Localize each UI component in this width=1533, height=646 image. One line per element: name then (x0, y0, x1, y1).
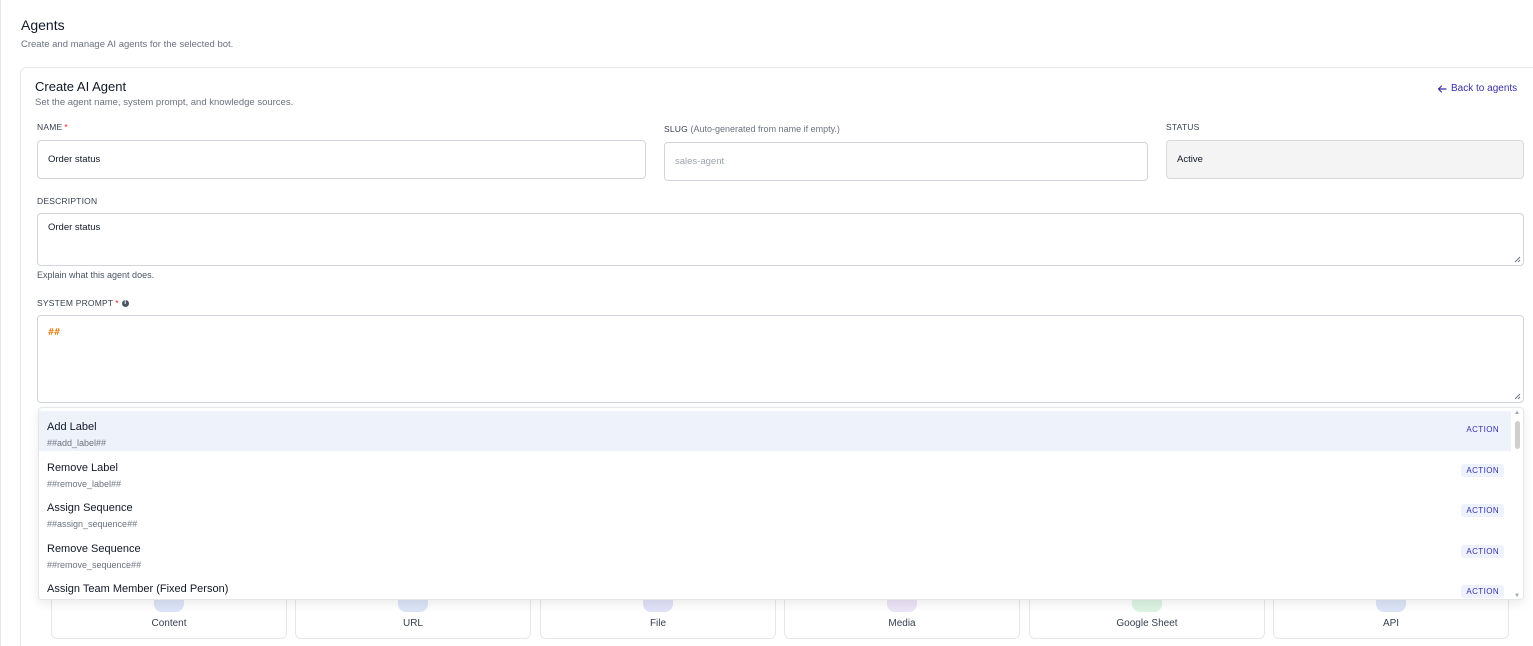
status-value: Active (1177, 154, 1203, 165)
dropdown-item-code: ##add_label## (47, 438, 107, 448)
card-title: Create AI Agent (35, 79, 127, 94)
info-icon[interactable]: i (121, 300, 129, 308)
dropdown-item-remove-sequence[interactable]: Remove Sequence ##remove_sequence## ACTI… (39, 533, 1513, 573)
dropdown-item-add-label[interactable]: Add Label ##add_label## ACTION (39, 411, 1513, 451)
tile-label: Google Sheet (1116, 618, 1178, 629)
system-prompt-textarea[interactable]: ## (37, 315, 1524, 403)
resize-grip-icon[interactable] (1513, 255, 1521, 263)
arrow-left-icon (1437, 84, 1447, 93)
tile-label: URL (402, 618, 423, 629)
dropdown-item-assign-team-member[interactable]: Assign Team Member (Fixed Person) ACTION (39, 573, 1513, 599)
dropdown-item-title: Remove Sequence (47, 543, 141, 555)
description-textarea[interactable]: Order status (37, 213, 1524, 266)
dropdown-item-assign-sequence[interactable]: Assign Sequence ##assign_sequence## ACTI… (39, 492, 1513, 532)
page-title: Agents (21, 17, 65, 33)
scroll-thumb[interactable] (1515, 421, 1520, 449)
tile-label: API (1382, 618, 1400, 629)
back-link-label: Back to agents (1451, 83, 1518, 94)
action-badge: ACTION (1461, 504, 1504, 517)
slug-label-text: SLUG (664, 124, 688, 134)
dropdown-scrollbar[interactable]: ▲ ▼ (1511, 408, 1523, 599)
description-value: Order status (48, 222, 101, 233)
action-badge: ACTION (1461, 423, 1504, 436)
tile-label: Media (888, 618, 916, 629)
system-prompt-value: ## (48, 327, 61, 338)
name-label-text: NAME (37, 122, 63, 132)
system-prompt-label-text: SYSTEM PROMPT (37, 298, 114, 308)
slug-placeholder: sales-agent (675, 156, 725, 167)
status-label: STATUS (1166, 122, 1199, 132)
system-prompt-label: SYSTEM PROMPT * i (37, 298, 129, 308)
card-subtitle: Set the agent name, system prompt, and k… (35, 97, 294, 108)
dropdown-item-title: Remove Label (47, 462, 118, 474)
scroll-down-icon[interactable]: ▼ (1514, 593, 1520, 599)
status-select[interactable]: Active (1166, 140, 1524, 179)
description-label-text: DESCRIPTION (37, 196, 98, 206)
status-label-text: STATUS (1166, 122, 1200, 132)
slug-hint: (Auto-generated from name if empty.) (690, 124, 840, 134)
token-autocomplete-dropdown: Add Label ##add_label## ACTION Remove La… (38, 407, 1524, 600)
action-badge: ACTION (1461, 464, 1504, 477)
dropdown-item-code: ##assign_sequence## (47, 519, 138, 529)
slug-label: SLUG (Auto-generated from name if empty.… (664, 124, 840, 134)
name-label: NAME * (37, 122, 68, 132)
description-helper: Explain what this agent does. (37, 270, 155, 280)
tile-label: File (649, 618, 667, 629)
required-mark: * (115, 298, 119, 308)
action-badge: ACTION (1461, 585, 1504, 598)
tile-label: Content (151, 618, 187, 629)
page-subtitle: Create and manage AI agents for the sele… (21, 39, 234, 50)
required-mark: * (64, 122, 68, 132)
name-input-value: Order status (48, 154, 101, 165)
resize-grip-icon[interactable] (1513, 392, 1521, 400)
slug-input[interactable]: sales-agent (664, 142, 1148, 181)
scroll-up-icon[interactable]: ▲ (1514, 410, 1520, 416)
description-label: DESCRIPTION (37, 196, 97, 206)
dropdown-item-code: ##remove_sequence## (47, 560, 142, 570)
dropdown-item-remove-label[interactable]: Remove Label ##remove_label## ACTION (39, 452, 1513, 492)
dropdown-item-title: Assign Team Member (Fixed Person) (47, 583, 229, 595)
dropdown-item-code: ##remove_label## (47, 479, 122, 489)
dropdown-item-title: Add Label (47, 421, 97, 433)
back-to-agents-link[interactable]: Back to agents (1437, 83, 1517, 94)
action-badge: ACTION (1461, 545, 1504, 558)
dropdown-item-title: Assign Sequence (47, 502, 133, 514)
name-input[interactable]: Order status (37, 140, 646, 179)
